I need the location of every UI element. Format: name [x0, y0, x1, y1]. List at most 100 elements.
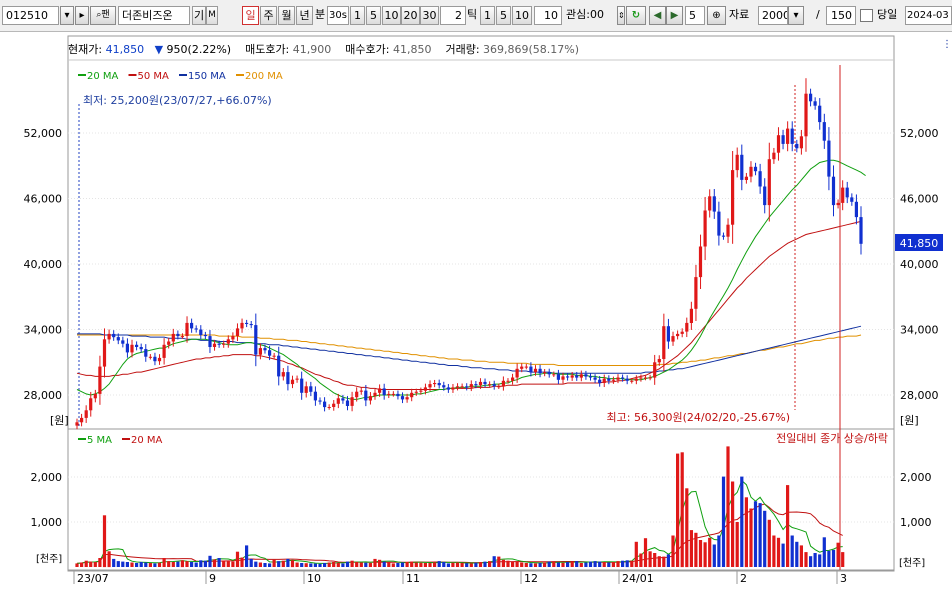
candle-body [245, 322, 249, 324]
stock-code-input[interactable]: 012510 [2, 6, 59, 25]
candle-body [529, 366, 533, 373]
minute-10-button[interactable]: 10 [382, 6, 401, 25]
candle-body [144, 349, 148, 357]
volume-bar [831, 549, 836, 567]
volume-bar [387, 562, 391, 567]
volume-bar [290, 560, 295, 568]
candle-body [676, 333, 680, 337]
step-input[interactable]: 5 [685, 6, 705, 25]
candle-body [194, 328, 198, 330]
candle-body [570, 375, 574, 378]
volume-bar [836, 542, 840, 567]
code-dropdown-icon[interactable]: ▾ [60, 6, 74, 25]
volume-bar [465, 563, 469, 567]
volume-bar [378, 559, 382, 567]
m-button[interactable]: M [206, 6, 218, 25]
volume-bar [653, 553, 657, 567]
watch-spin-icon[interactable]: ⇕ [617, 6, 625, 25]
volume-bar [437, 561, 441, 567]
x-tick-label: 2 [740, 572, 747, 585]
volume-bar [731, 481, 735, 567]
candle-body [167, 341, 171, 345]
x-tick-label: 3 [840, 572, 847, 585]
volume-tick-left: 2,000 [31, 471, 63, 484]
candle-body [616, 377, 620, 380]
period-day-button[interactable]: 일 [242, 6, 259, 25]
volume-bar [433, 562, 437, 567]
candle-body [162, 344, 166, 358]
volume-bar [492, 556, 496, 567]
volume-bar [102, 515, 107, 568]
date-input[interactable]: 2024-03 [905, 6, 952, 25]
candle-body [593, 377, 597, 380]
volume-bar [804, 552, 808, 567]
minute-1-button[interactable]: 1 [350, 6, 365, 25]
volume-bar [767, 519, 771, 568]
display-count-input[interactable]: 150 [826, 6, 856, 25]
volume-bar [75, 563, 79, 567]
candle-body [359, 390, 363, 392]
slash-label: / [816, 8, 820, 21]
candle-body [680, 331, 684, 334]
gi-button[interactable]: 기 [192, 6, 206, 25]
scroll-left-icon[interactable]: ◀ [649, 6, 666, 25]
volume-bar [446, 563, 450, 567]
candle-body [368, 396, 372, 401]
volume-bar [304, 563, 308, 567]
period-week-button[interactable]: 주 [260, 6, 277, 25]
tick-10-button[interactable]: 10 [512, 6, 532, 25]
minute-value-input[interactable]: 30s [327, 6, 349, 25]
candle-body [712, 196, 716, 212]
next-stock-icon[interactable]: ▸ [75, 6, 89, 25]
minute-30-button[interactable]: 30 [420, 6, 439, 25]
volume-bar [584, 562, 588, 567]
stock-name-field: 더존비즈온 [118, 6, 190, 25]
volume-bar [822, 537, 826, 567]
volume-bar [501, 559, 505, 567]
tick-custom-input[interactable]: 10 [534, 6, 562, 25]
candle-body [831, 176, 836, 206]
volume-bar [93, 562, 97, 567]
volume-bar [203, 560, 207, 567]
volume-bar [116, 561, 120, 567]
tick-value-input[interactable]: 2 [440, 6, 466, 25]
data-count-dropdown-icon[interactable]: ▾ [788, 6, 804, 25]
data-count-select[interactable]: 2000 [758, 6, 788, 25]
minute-5-button[interactable]: 5 [366, 6, 381, 25]
candle-body [263, 348, 267, 351]
volume-bar [199, 560, 203, 568]
volume-bar [382, 561, 386, 567]
search-icon: ⌕ [96, 10, 102, 20]
volume-bar [790, 535, 794, 567]
candle-body [318, 400, 322, 402]
x-axis-labels: 23/07 9 10 11 12 24/01 2 3 [73, 570, 847, 585]
price-tick-right: 52,000 [900, 127, 939, 140]
grid-settings-icon[interactable]: ⋮⋮ [942, 39, 952, 50]
volume-bar [841, 552, 845, 567]
today-checkbox[interactable] [860, 9, 873, 22]
period-month-button[interactable]: 월 [278, 6, 295, 25]
candle-body [217, 343, 221, 345]
zoom-icon[interactable]: ⊕ [707, 6, 726, 25]
refresh-icon[interactable]: ↻ [626, 6, 646, 25]
candle-body [497, 386, 501, 388]
volume-bar [579, 563, 583, 567]
scroll-right-icon[interactable]: ▶ [666, 6, 683, 25]
stock-chart[interactable]: 52,000 52,000 46,000 46,000 40,000 40,000 34,0… [0, 32, 952, 591]
volume-bar [419, 562, 423, 567]
candle-body [561, 376, 565, 380]
candle-body [355, 391, 359, 398]
tick-1-button[interactable]: 1 [480, 6, 495, 25]
tick-5-button[interactable]: 5 [496, 6, 511, 25]
candle-body [799, 136, 803, 149]
candle-body [203, 335, 207, 337]
minute-20-button[interactable]: 20 [401, 6, 420, 25]
x-tick-label: 11 [406, 572, 420, 585]
volume-bar [776, 537, 781, 568]
find-stock-button[interactable]: ⌕팬 [90, 6, 116, 25]
period-year-button[interactable]: 년 [296, 6, 313, 25]
volume-bar [744, 497, 748, 568]
candle-body [515, 368, 519, 378]
volume-bar [139, 562, 143, 567]
candle-body [130, 344, 134, 353]
